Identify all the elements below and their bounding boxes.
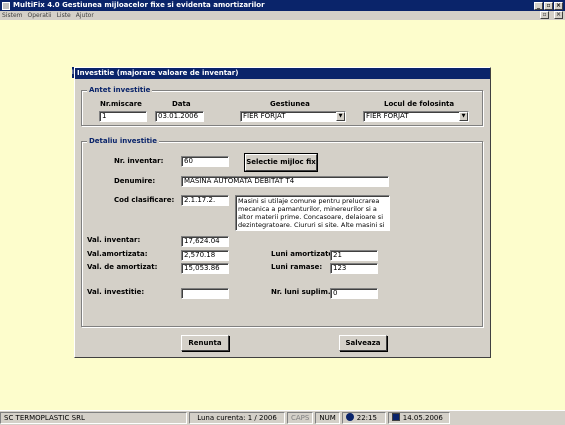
status-time-value: 22:15	[356, 414, 377, 422]
menu-operatii[interactable]: Operatii	[28, 11, 52, 20]
status-caps: CAPS	[287, 412, 314, 424]
locul-value: FIER FORJAT	[366, 112, 409, 120]
chevron-down-icon[interactable]: ▼	[459, 112, 468, 121]
cod-clasificare-label: Cod clasificare:	[114, 196, 175, 204]
locul-label: Locul de folosinta	[384, 100, 455, 108]
doc-restore-button[interactable]: ▫	[540, 11, 549, 19]
salveaza-button[interactable]: Salveaza	[339, 335, 387, 351]
val-investitie-field[interactable]	[181, 288, 229, 299]
dialog-title: Investitie (majorare valoare de inventar…	[75, 68, 490, 79]
nr-miscare-label: Nr.miscare	[100, 100, 142, 108]
nr-inventar-field[interactable]: 60	[181, 156, 229, 167]
close-button[interactable]: ×	[554, 1, 563, 10]
menu-ajutor[interactable]: Ajutor	[76, 11, 94, 20]
investitie-dialog: Investitie (majorare valoare de inventar…	[74, 67, 491, 358]
nr-luni-suplim-field[interactable]: 0	[330, 288, 378, 299]
data-label: Data	[172, 100, 191, 108]
minimize-button[interactable]: _	[534, 1, 543, 10]
luni-ramase-field[interactable]: 123	[330, 263, 378, 274]
locul-select[interactable]: FIER FORJAT ▼	[363, 111, 469, 122]
renunta-button[interactable]: Renunta	[181, 335, 229, 351]
app-icon	[2, 1, 10, 10]
status-luna-curenta: Luna curenta: 1 / 2006	[189, 412, 285, 424]
status-date: 14.05.2006	[387, 412, 450, 424]
status-num: NUM	[315, 412, 340, 424]
val-de-amortizat-field[interactable]: 15,053.86	[181, 263, 229, 274]
val-inventar-field[interactable]: 17,624.04	[181, 236, 229, 247]
luni-ramase-label: Luni ramase:	[271, 263, 323, 271]
gestiunea-value: FIER FORJAT	[243, 112, 286, 120]
app-title-bar: MultiFix 4.0 Gestiunea mijloacelor fixe …	[0, 0, 565, 11]
cod-clasificare-field[interactable]: 2.1.17.2.	[181, 195, 229, 206]
app-title: MultiFix 4.0 Gestiunea mijloacelor fixe …	[13, 1, 265, 9]
nr-miscare-field[interactable]: 1	[99, 111, 147, 122]
clock-icon	[345, 413, 354, 421]
chevron-down-icon[interactable]: ▼	[336, 112, 345, 121]
menu-bar: Sistem Operatii Liste Ajutor ▫ ×	[0, 11, 565, 20]
status-time: 22:15	[341, 412, 386, 424]
val-amortizata-field[interactable]: 2,570.18	[181, 250, 229, 261]
gestiunea-label: Gestiunea	[270, 100, 310, 108]
luni-amortizate-field[interactable]: 21	[330, 250, 378, 261]
nr-luni-suplim-label: Nr. luni suplim.:	[271, 288, 334, 296]
status-company: SC TERMOPLASTIC SRL	[0, 412, 187, 424]
val-investitie-label: Val. investitie:	[87, 288, 145, 296]
status-bar: SC TERMOPLASTIC SRL Luna curenta: 1 / 20…	[0, 410, 565, 425]
selectie-mijloc-fix-button[interactable]: Selectie mijloc fix	[244, 153, 318, 172]
menu-sistem[interactable]: Sistem	[2, 11, 23, 20]
calendar-icon	[391, 413, 400, 421]
restore-button[interactable]: ▫	[544, 1, 553, 10]
luni-amortizate-label: Luni amortizate:	[271, 250, 336, 258]
val-amortizata-label: Val.amortizata:	[87, 250, 148, 258]
denumire-label: Denumire:	[114, 177, 156, 185]
data-field[interactable]: 03.01.2006	[155, 111, 204, 122]
denumire-field[interactable]: MASINA AUTOMATA DEBITAT T4	[181, 176, 389, 187]
menu-liste[interactable]: Liste	[57, 11, 71, 20]
detail-group: Detaliu investitie Nr. inventar: 60 Sele…	[81, 137, 483, 327]
header-group-label: Antet investitie	[87, 86, 153, 95]
header-group: Antet investitie Nr.miscare 1 Data 03.01…	[81, 86, 483, 126]
detail-group-label: Detaliu investitie	[87, 137, 159, 146]
gestiunea-select[interactable]: FIER FORJAT ▼	[240, 111, 346, 122]
cod-descriere-memo[interactable]: Masini si utilaje comune pentru prelucra…	[235, 195, 390, 231]
val-de-amortizat-label: Val. de amortizat:	[87, 263, 158, 271]
doc-close-button[interactable]: ×	[554, 11, 563, 19]
nr-inventar-label: Nr. inventar:	[114, 157, 164, 165]
status-date-value: 14.05.2006	[402, 414, 443, 422]
val-inventar-label: Val. inventar:	[87, 236, 141, 244]
